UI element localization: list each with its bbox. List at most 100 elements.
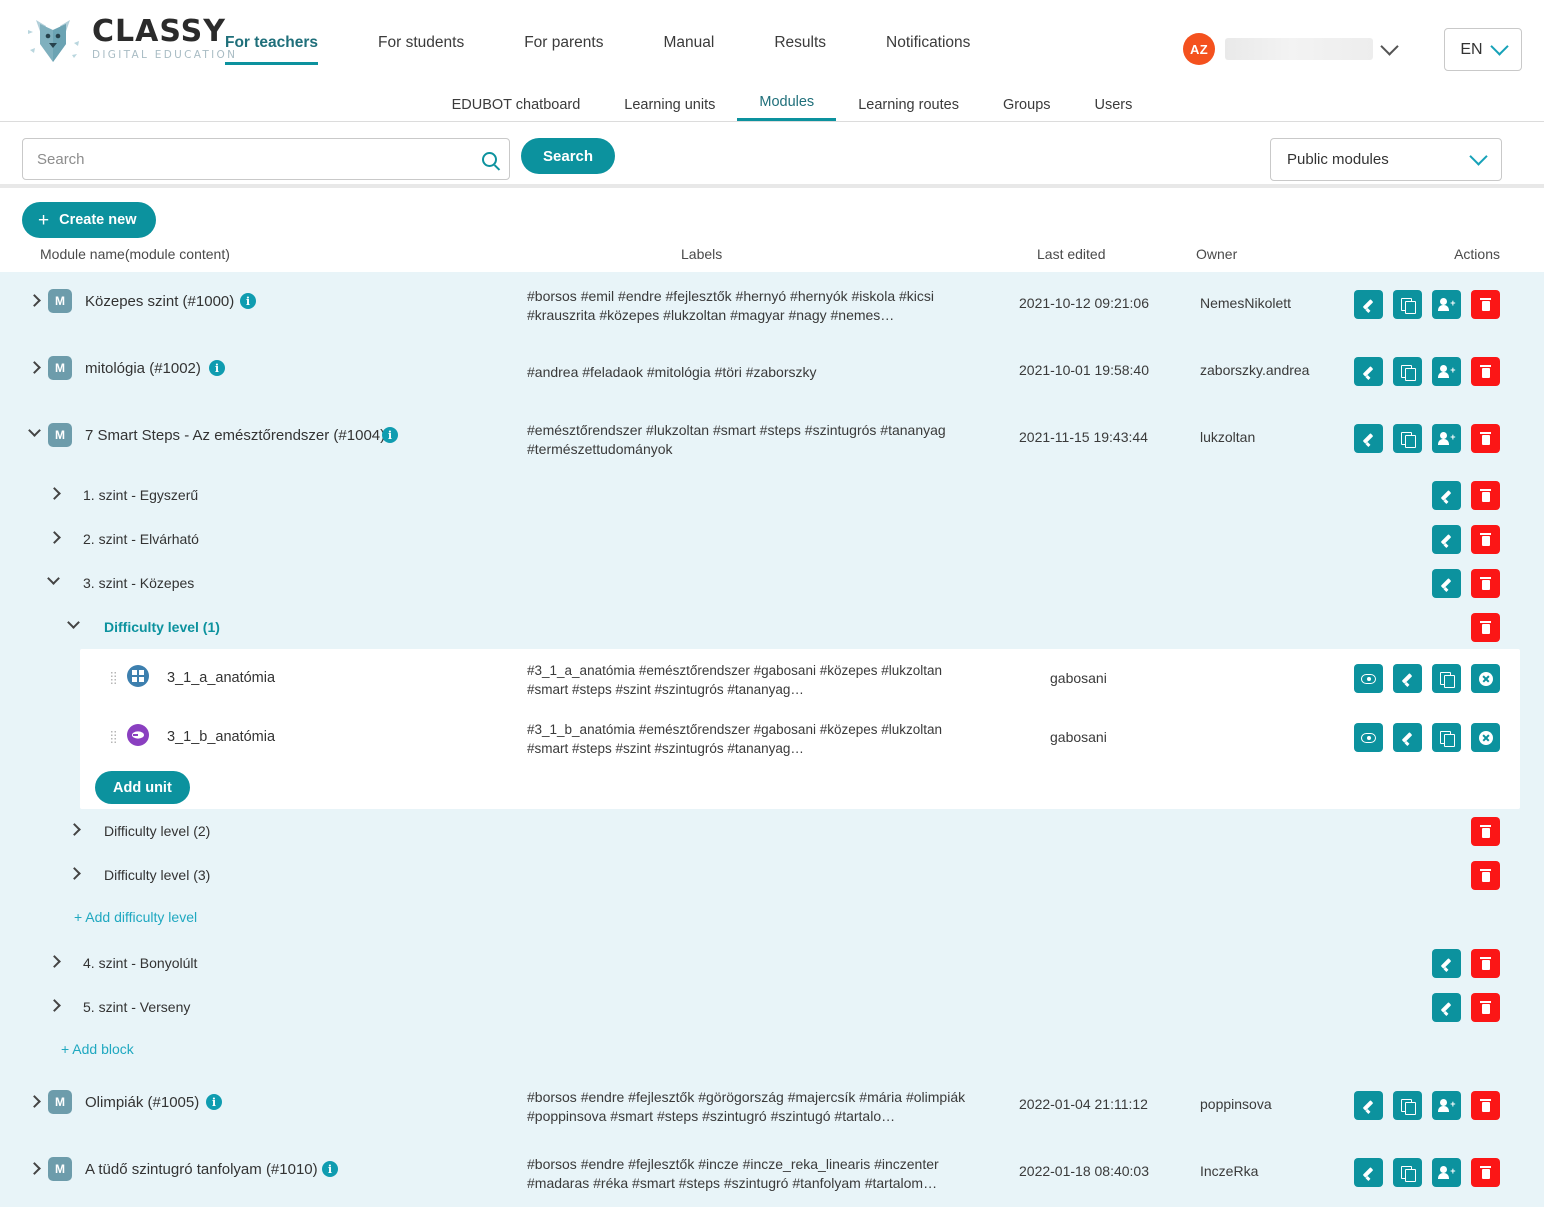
duplicate-button[interactable] <box>1393 1091 1422 1120</box>
table-row[interactable]: M mitológia (#1002) i #andrea #feladaok … <box>0 339 1544 406</box>
nav-item-manual[interactable]: Manual <box>663 34 714 62</box>
expand-caret-icon[interactable] <box>48 531 61 544</box>
create-new-button[interactable]: + Create new <box>22 202 157 238</box>
unit-name[interactable]: 3_1_b_anatómia <box>167 729 275 745</box>
brand-logo[interactable]: CLASSY DIGITAL EDUCATION <box>22 10 237 72</box>
table-row[interactable]: M 7 Smart Steps - Az emésztőrendszer (#1… <box>0 406 1544 473</box>
edit-button[interactable] <box>1354 1158 1383 1187</box>
delete-button[interactable] <box>1471 1158 1500 1187</box>
tab-learning-routes[interactable]: Learning routes <box>836 97 981 121</box>
module-scope-select[interactable]: Public modules <box>1270 138 1502 181</box>
expand-caret-icon[interactable] <box>28 294 41 307</box>
edit-button[interactable] <box>1354 1091 1383 1120</box>
block-row[interactable]: 3. szint - Közepes <box>0 561 1544 605</box>
edit-button[interactable] <box>1432 525 1461 554</box>
edit-button[interactable] <box>1432 569 1461 598</box>
collapse-caret-icon[interactable] <box>47 572 60 585</box>
tab-modules[interactable]: Modules <box>737 94 837 121</box>
edit-button[interactable] <box>1393 723 1422 752</box>
block-label[interactable]: 5. szint - Verseny <box>83 999 190 1015</box>
delete-button[interactable] <box>1471 861 1500 890</box>
table-row[interactable]: M Közepes szint (#1000) i #borsos #emil … <box>0 272 1544 339</box>
add-difficulty-level-link[interactable]: + Add difficulty level <box>74 909 197 925</box>
duplicate-button[interactable] <box>1393 1158 1422 1187</box>
collapse-caret-icon[interactable] <box>67 616 80 629</box>
difficulty-level-label[interactable]: Difficulty level (3) <box>104 867 210 883</box>
nav-item-for-students[interactable]: For students <box>378 34 464 62</box>
tab-groups[interactable]: Groups <box>981 97 1073 121</box>
edit-button[interactable] <box>1432 481 1461 510</box>
module-name[interactable]: mitológia (#1002) <box>85 360 201 377</box>
difficulty-level-label[interactable]: Difficulty level (1) <box>104 619 220 635</box>
info-icon[interactable]: i <box>206 1094 222 1110</box>
expand-caret-icon[interactable] <box>48 487 61 500</box>
table-row[interactable]: M A tüdő szintugró tanfolyam (#1010) i #… <box>0 1140 1544 1207</box>
module-name[interactable]: A tüdő szintugró tanfolyam (#1010) <box>85 1161 318 1178</box>
nav-item-for-teachers[interactable]: For teachers <box>225 34 319 65</box>
search-box[interactable] <box>22 138 510 180</box>
difficulty-level-label[interactable]: Difficulty level (2) <box>104 823 210 839</box>
duplicate-button[interactable] <box>1432 723 1461 752</box>
delete-button[interactable] <box>1471 525 1500 554</box>
difficulty-level-row[interactable]: Difficulty level (1) <box>0 605 1544 649</box>
block-label[interactable]: 3. szint - Közepes <box>83 575 194 591</box>
expand-caret-icon[interactable] <box>28 1162 41 1175</box>
block-row[interactable]: 1. szint - Egyszerű <box>0 473 1544 517</box>
tab-users[interactable]: Users <box>1073 97 1155 121</box>
drag-handle-icon[interactable] <box>110 671 117 686</box>
search-icon[interactable] <box>482 151 497 167</box>
block-row[interactable]: 5. szint - Verseny <box>0 985 1544 1029</box>
edit-button[interactable] <box>1432 949 1461 978</box>
preview-button[interactable] <box>1354 723 1383 752</box>
drag-handle-icon[interactable] <box>110 730 117 745</box>
duplicate-button[interactable] <box>1393 290 1422 319</box>
language-selector[interactable]: EN <box>1444 28 1522 71</box>
remove-button[interactable] <box>1471 723 1500 752</box>
edit-button[interactable] <box>1354 424 1383 453</box>
add-unit-button[interactable]: Add unit <box>95 771 190 804</box>
edit-button[interactable] <box>1432 993 1461 1022</box>
block-label[interactable]: 2. szint - Elvárható <box>83 531 199 547</box>
info-icon[interactable]: i <box>322 1161 338 1177</box>
duplicate-button[interactable] <box>1393 357 1422 386</box>
expand-caret-icon[interactable] <box>68 867 81 880</box>
chevron-down-icon[interactable] <box>1380 36 1399 56</box>
block-label[interactable]: 1. szint - Egyszerű <box>83 487 198 503</box>
delete-button[interactable] <box>1471 357 1500 386</box>
search-input[interactable] <box>35 149 482 169</box>
info-icon[interactable]: i <box>209 360 225 376</box>
unit-row[interactable]: 3_1_a_anatómia #3_1_a_anatómia #emésztőr… <box>80 649 1520 708</box>
unit-row[interactable]: 3_1_b_anatómia #3_1_b_anatómia #emésztőr… <box>80 708 1520 767</box>
module-name[interactable]: Közepes szint (#1000) <box>85 293 234 310</box>
share-button[interactable]: + <box>1432 290 1461 319</box>
info-icon[interactable]: i <box>240 293 256 309</box>
edit-button[interactable] <box>1354 290 1383 319</box>
difficulty-level-row[interactable]: Difficulty level (2) <box>0 809 1544 853</box>
expand-caret-icon[interactable] <box>68 823 81 836</box>
nav-item-notifications[interactable]: Notifications <box>886 34 970 62</box>
module-name[interactable]: 7 Smart Steps - Az emésztőrendszer (#100… <box>85 427 385 444</box>
delete-button[interactable] <box>1471 993 1500 1022</box>
nav-item-results[interactable]: Results <box>774 34 826 62</box>
delete-button[interactable] <box>1471 481 1500 510</box>
tab-edubot-chatboard[interactable]: EDUBOT chatboard <box>430 97 603 121</box>
unit-name[interactable]: 3_1_a_anatómia <box>167 670 275 686</box>
add-block-row[interactable]: + Add block <box>0 1029 1544 1073</box>
add-difficulty-level-row[interactable]: + Add difficulty level <box>0 897 1544 941</box>
share-button[interactable]: + <box>1432 1091 1461 1120</box>
expand-caret-icon[interactable] <box>48 955 61 968</box>
nav-item-for-parents[interactable]: For parents <box>524 34 603 62</box>
block-row[interactable]: 4. szint - Bonyolúlt <box>0 941 1544 985</box>
delete-button[interactable] <box>1471 1091 1500 1120</box>
expand-caret-icon[interactable] <box>28 1095 41 1108</box>
delete-button[interactable] <box>1471 817 1500 846</box>
block-row[interactable]: 2. szint - Elvárható <box>0 517 1544 561</box>
module-name[interactable]: Olimpiák (#1005) <box>85 1094 199 1111</box>
avatar[interactable]: AZ <box>1183 33 1215 65</box>
delete-button[interactable] <box>1471 424 1500 453</box>
edit-button[interactable] <box>1393 664 1422 693</box>
share-button[interactable]: + <box>1432 1158 1461 1187</box>
search-button[interactable]: Search <box>521 138 616 174</box>
collapse-caret-icon[interactable] <box>28 424 41 437</box>
tab-learning-units[interactable]: Learning units <box>602 97 737 121</box>
